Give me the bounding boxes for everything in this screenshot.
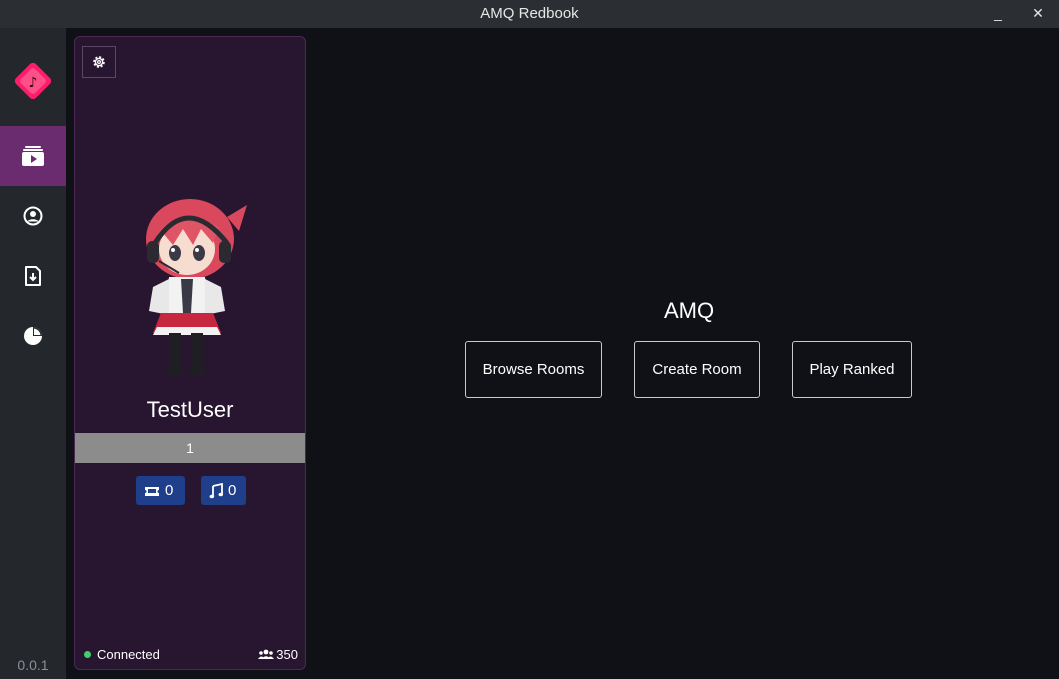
connection-status-label: Connected [97, 647, 160, 662]
app-version: 0.0.1 [17, 657, 49, 673]
connection-status: Connected [84, 647, 160, 662]
sidebar-item-play[interactable] [0, 126, 66, 186]
play-icon [22, 146, 44, 166]
notes-count: 0 [228, 482, 237, 499]
ticket-icon [145, 486, 159, 496]
sidebar: ♪ 0.0.1 [0, 28, 66, 679]
sidebar-item-stats[interactable] [0, 306, 66, 366]
create-room-button[interactable]: Create Room [634, 341, 760, 398]
notes-badge[interactable]: 0 [201, 476, 246, 505]
svg-text:♪: ♪ [29, 75, 38, 91]
user-circle-icon [23, 206, 43, 226]
settings-button[interactable] [82, 46, 116, 78]
level-bar: 1 [75, 433, 305, 463]
gear-icon [93, 56, 105, 68]
avatar [135, 187, 255, 377]
users-icon [258, 649, 275, 659]
main-title: AMQ [663, 298, 715, 323]
app-logo-icon[interactable]: ♪ [11, 59, 55, 103]
music-note-icon [209, 482, 223, 498]
status-dot-icon [84, 651, 91, 658]
window-title: AMQ Redbook [480, 5, 579, 22]
tickets-count: 0 [165, 482, 174, 499]
sidebar-item-downloads[interactable] [0, 246, 66, 306]
pie-chart-icon [24, 327, 42, 345]
profile-card: TestUser 1 0 0 Connected 350 [74, 36, 306, 670]
minimize-button[interactable]: _ [985, 2, 1011, 24]
online-users-count: 350 [276, 647, 298, 662]
close-button[interactable]: ✕ [1025, 2, 1051, 24]
sidebar-item-profile[interactable] [0, 186, 66, 246]
profile-username: TestUser [146, 397, 234, 422]
online-users: 350 [258, 647, 298, 662]
browse-rooms-button[interactable]: Browse Rooms [465, 341, 602, 398]
window-titlebar: AMQ Redbook _ ✕ [0, 0, 1059, 28]
tickets-badge[interactable]: 0 [136, 476, 185, 505]
file-download-icon [25, 266, 41, 286]
play-ranked-button[interactable]: Play Ranked [792, 341, 912, 398]
